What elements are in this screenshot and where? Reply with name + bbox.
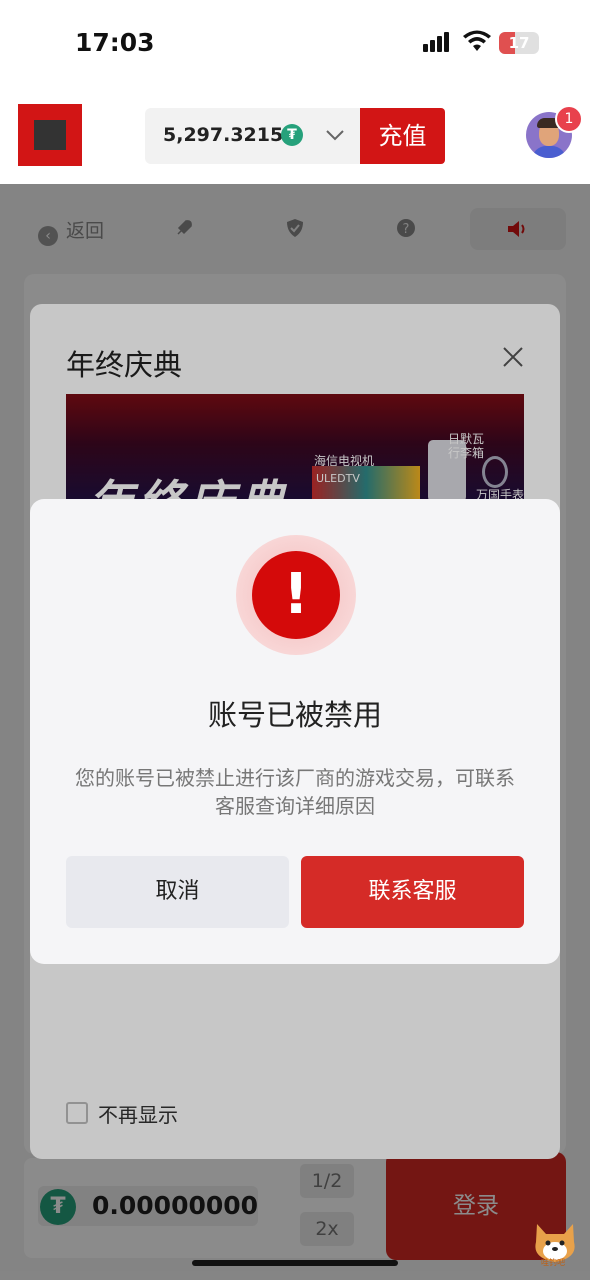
wifi-icon bbox=[463, 30, 491, 51]
battery-level: 17 bbox=[508, 34, 530, 52]
contact-support-button[interactable]: 联系客服 bbox=[301, 856, 524, 928]
alert-message: 您的账号已被禁止进行该厂商的游戏交易，可联系客服查询详细原因 bbox=[75, 766, 515, 818]
status-time: 17:03 bbox=[75, 28, 155, 57]
site-logo[interactable] bbox=[18, 104, 82, 166]
balance-amount: 5,297.32151 bbox=[163, 124, 297, 146]
alert-title: 账号已被禁用 bbox=[207, 698, 382, 732]
cancel-button[interactable]: 取消 bbox=[66, 856, 289, 928]
battery-icon: 17 bbox=[499, 32, 539, 54]
signal-icon bbox=[423, 32, 451, 52]
chevron-down-icon[interactable] bbox=[324, 124, 346, 146]
exclamation-icon: ! bbox=[252, 551, 340, 639]
mascot-caption: 哇钓吧 bbox=[541, 1258, 565, 1267]
notification-badge: 1 bbox=[555, 105, 583, 133]
recharge-button[interactable]: 充值 bbox=[360, 108, 445, 164]
home-indicator[interactable] bbox=[192, 1260, 398, 1266]
tether-icon: ₮ bbox=[281, 124, 303, 146]
